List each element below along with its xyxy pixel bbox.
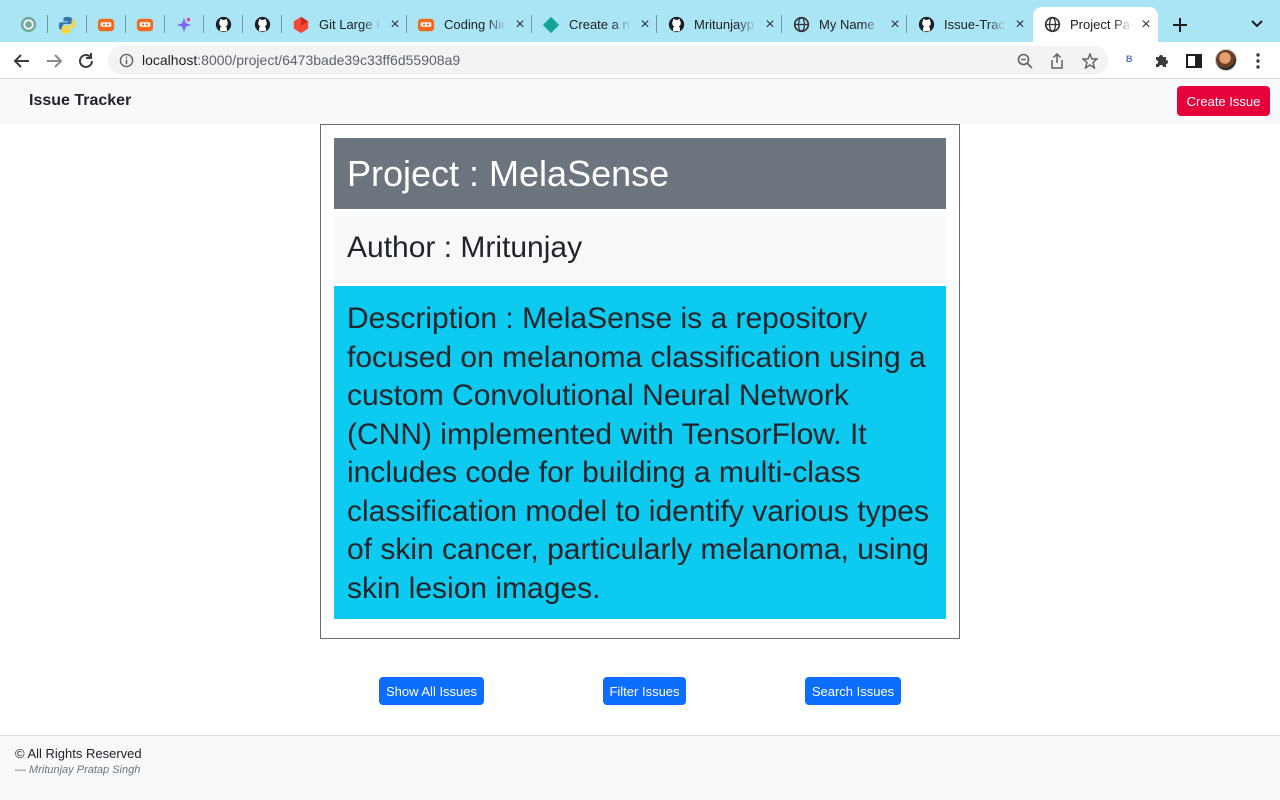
close-tab-icon[interactable]: ×	[887, 16, 903, 33]
tab-separator	[281, 15, 282, 33]
browser-toolbar: localhost:8000/project/6473bade39c33ff6d…	[0, 42, 1280, 79]
github-icon	[253, 16, 271, 34]
new-tab-plus-icon[interactable]	[1170, 15, 1190, 35]
gemini-sparkle-icon	[175, 16, 193, 34]
filter-issues-button[interactable]: Filter Issues	[603, 677, 686, 705]
tab-separator	[47, 15, 48, 33]
tab-gemini[interactable]	[175, 7, 193, 42]
tab-separator	[531, 15, 532, 33]
project-title: Project : MelaSense	[334, 138, 946, 209]
tab-my-name[interactable]: My Name ×	[792, 7, 903, 42]
site-info-icon[interactable]	[119, 53, 134, 68]
extension-b-icon[interactable]: B	[1126, 54, 1133, 64]
app-navbar: Issue Tracker Create Issue	[0, 79, 1280, 124]
extensions-puzzle-icon[interactable]	[1153, 52, 1171, 70]
tab-project-page-active[interactable]: Project Pag ×	[1033, 7, 1158, 42]
tab-label: Create a ne	[569, 17, 631, 32]
tab-separator	[164, 15, 165, 33]
tab-coding-ninjas-2[interactable]	[136, 7, 154, 42]
close-tab-icon[interactable]: ×	[512, 16, 528, 33]
coding-ninjas-icon	[136, 16, 154, 34]
python-icon	[58, 16, 76, 34]
tab-python[interactable]	[58, 7, 76, 42]
tab-git-lfs[interactable]: Git Large F ×	[292, 7, 403, 42]
tab-separator	[125, 15, 126, 33]
reload-icon[interactable]	[76, 51, 96, 71]
project-card: Project : MelaSense Author : Mritunjay D…	[320, 124, 960, 639]
tab-separator	[86, 15, 87, 33]
tab-github-2[interactable]	[253, 7, 271, 42]
coding-ninjas-icon	[97, 16, 115, 34]
profile-avatar[interactable]	[1215, 49, 1237, 71]
globe-icon	[792, 16, 810, 34]
tab-label: Project Pag	[1070, 17, 1132, 32]
tab-label: Mritunjayp	[694, 17, 754, 32]
tab-github-profile[interactable]: Mritunjayp ×	[667, 7, 778, 42]
share-icon[interactable]	[1049, 52, 1065, 69]
close-tab-icon[interactable]: ×	[387, 16, 403, 33]
show-all-issues-button[interactable]: Show All Issues	[379, 677, 484, 705]
tab-label: Issue-Trac	[944, 17, 1005, 32]
url-host: localhost	[142, 52, 198, 68]
close-tab-icon[interactable]: ×	[637, 16, 653, 33]
tab-separator	[656, 15, 657, 33]
tab-separator	[406, 15, 407, 33]
brand-title[interactable]: Issue Tracker	[29, 92, 131, 110]
tab-separator	[203, 15, 204, 33]
tab-separator	[781, 15, 782, 33]
tab-separator	[242, 15, 243, 33]
tab-chatgpt[interactable]	[19, 7, 37, 42]
coding-ninjas-icon	[417, 16, 435, 34]
back-arrow-icon[interactable]	[12, 51, 32, 71]
tab-coding-ninjas[interactable]	[97, 7, 115, 42]
url-path: :8000/project/6473bade39c33ff6d55908a9	[197, 52, 461, 68]
search-issues-button[interactable]: Search Issues	[805, 677, 901, 705]
tab-label: Git Large F	[319, 17, 381, 32]
github-icon	[667, 16, 685, 34]
tab-create-new[interactable]: Create a ne ×	[542, 7, 653, 42]
page-footer: © All Rights Reserved — Mritunjay Pratap…	[0, 735, 1280, 800]
github-icon	[214, 16, 232, 34]
browser-tab-strip: Git Large F × Coding Nin × Create a ne ×…	[0, 0, 1280, 42]
tab-coding-ninjas-3[interactable]: Coding Nin ×	[417, 7, 528, 42]
git-lfs-icon	[292, 16, 310, 34]
tab-github[interactable]	[214, 7, 232, 42]
url-text[interactable]: localhost:8000/project/6473bade39c33ff6d…	[142, 52, 460, 68]
project-description: Description : MelaSense is a repository …	[334, 286, 946, 619]
more-menu-icon[interactable]	[1249, 52, 1267, 70]
side-panel-icon[interactable]	[1185, 52, 1203, 70]
github-icon	[917, 16, 935, 34]
create-issue-button[interactable]: Create Issue	[1177, 86, 1270, 116]
tab-label: Coding Nin	[444, 17, 506, 32]
tab-separator	[906, 15, 907, 33]
zoom-icon[interactable]	[1017, 53, 1033, 69]
copyright-text: © All Rights Reserved	[15, 746, 142, 761]
forward-arrow-icon[interactable]	[44, 51, 64, 71]
tab-issue-tracker-repo[interactable]: Issue-Trac ×	[917, 7, 1028, 42]
chatgpt-icon	[19, 16, 37, 34]
footer-signature: — Mritunjay Pratap Singh	[15, 764, 141, 776]
address-bar[interactable]: localhost:8000/project/6473bade39c33ff6d…	[108, 46, 1108, 75]
tab-label: My Name	[819, 17, 875, 32]
close-tab-icon[interactable]: ×	[762, 16, 778, 33]
globe-icon	[1043, 16, 1061, 34]
diamond-icon	[542, 16, 560, 34]
chevron-down-icon[interactable]	[1250, 17, 1264, 31]
close-tab-icon[interactable]: ×	[1138, 16, 1154, 33]
bookmark-star-icon[interactable]	[1081, 52, 1099, 70]
project-author: Author : Mritunjay	[334, 216, 946, 283]
close-tab-icon[interactable]: ×	[1012, 16, 1028, 33]
